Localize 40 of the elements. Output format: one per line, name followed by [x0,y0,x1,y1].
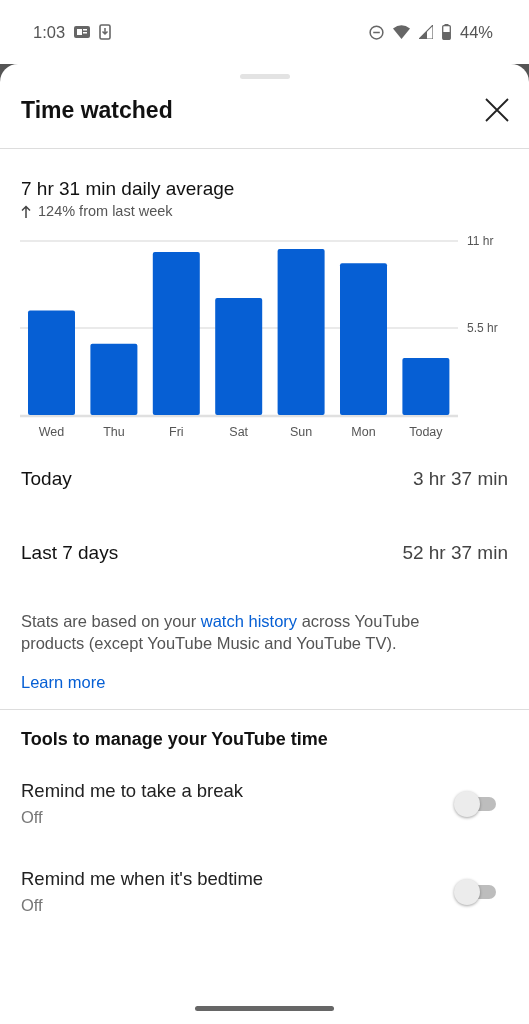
news-icon [74,26,91,38]
setting-label: Remind me to take a break [21,780,244,802]
do-not-disturb-icon [368,24,384,40]
chart-bar [402,358,450,415]
sheet-title: Time watched [21,96,173,124]
download-icon [99,24,112,40]
setting-label: Remind me when it's bedtime [21,868,264,890]
total-label: Last 7 days [21,542,119,564]
watch-history-link[interactable]: watch history [200,612,298,630]
battery-icon [441,24,451,40]
axis-label: Today [409,425,443,439]
home-indicator[interactable] [195,1006,334,1011]
close-button[interactable] [483,96,511,124]
axis-label: 5.5 hr [467,321,498,335]
status-time: 1:03 [33,22,66,42]
axis-label: Mon [351,425,376,439]
axis-label: Sat [229,425,249,439]
setting-status: Off [21,896,44,915]
axis-label: Fri [169,425,184,439]
total-label: Today [21,468,72,490]
total-value: 3 hr 37 min [412,468,508,490]
drag-handle[interactable] [239,74,290,79]
weekly-change: 124% from last week [38,203,173,219]
daily-average: 7 hr 31 min daily average [21,178,236,200]
tools-heading: Tools to manage your YouTube time [21,729,328,750]
chart-bar [90,343,138,415]
setting-status: Off [21,808,44,827]
total-value: 52 hr 37 min [402,542,508,564]
battery-percent: 44% [459,22,493,42]
up-arrow-icon [21,204,31,218]
wifi-icon [392,25,410,39]
signal-icon [418,25,433,39]
axis-label: Thu [103,425,125,439]
stats-note: Stats are based on your watch history across YouTube products (except YouTube Music and YouTube TV). [21,611,421,654]
toggle-switch[interactable] [454,790,496,817]
axis-label: 11 hr [467,234,494,248]
axis-label: Wed [38,425,65,439]
learn-more-link[interactable]: Learn more [21,673,106,692]
axis-label: Sun [290,425,313,439]
toggle-switch[interactable] [454,878,496,905]
